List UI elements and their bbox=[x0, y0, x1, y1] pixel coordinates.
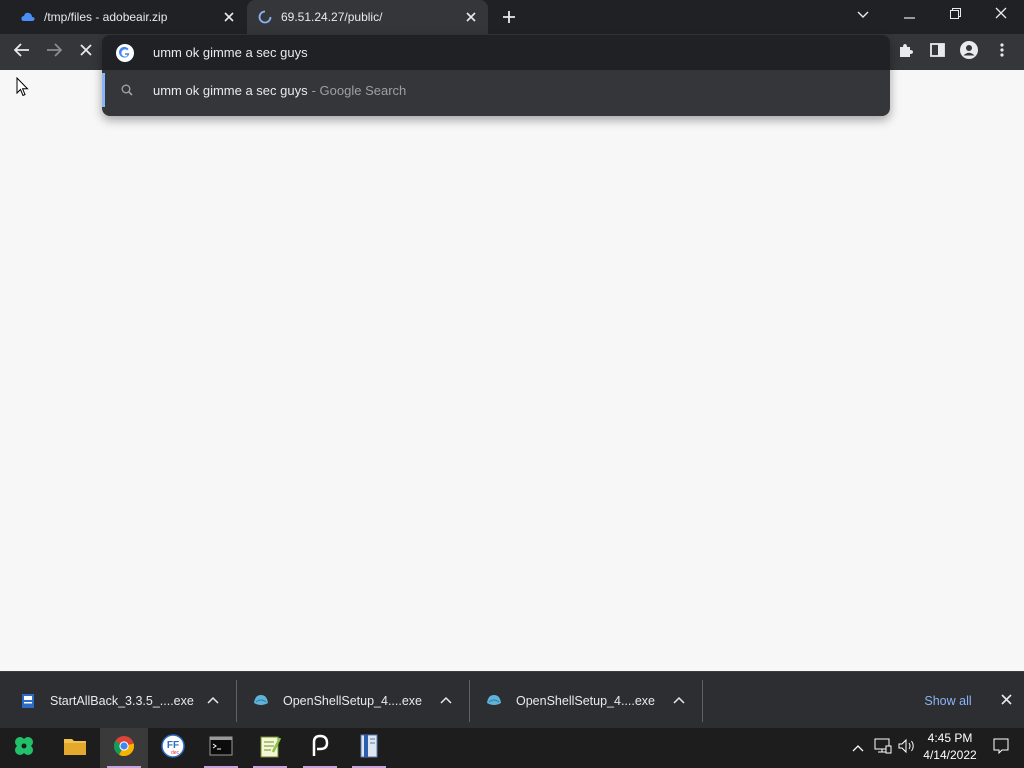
taskbar-app-active[interactable] bbox=[100, 728, 148, 768]
speaker-icon bbox=[898, 738, 916, 759]
clover-start-icon bbox=[13, 735, 35, 762]
chevron-up-icon bbox=[852, 739, 864, 757]
omnibox-popup: umm ok gimme a sec guys umm ok gimme a s… bbox=[102, 35, 890, 116]
svg-text:dec: dec bbox=[171, 750, 180, 756]
stop-loading-button[interactable] bbox=[72, 38, 100, 66]
ff-dec-icon: FF dec bbox=[161, 733, 185, 763]
forward-arrow-icon bbox=[46, 42, 63, 62]
network-icon bbox=[874, 738, 892, 759]
tab-title: 69.51.24.27/public/ bbox=[281, 10, 383, 24]
taskbar-app[interactable] bbox=[296, 728, 344, 768]
show-all-downloads-link[interactable]: Show all bbox=[916, 690, 980, 712]
chrome-icon bbox=[113, 735, 135, 762]
download-options-button[interactable] bbox=[204, 691, 222, 709]
chevron-up-icon bbox=[440, 691, 452, 709]
chevron-up-icon bbox=[207, 691, 219, 709]
avatar-icon bbox=[960, 40, 978, 64]
book-app-icon bbox=[359, 734, 379, 763]
minimize-button[interactable] bbox=[886, 0, 932, 30]
address-bar[interactable]: umm ok gimme a sec guys bbox=[102, 35, 890, 70]
system-clock[interactable]: 4:45 PM 4/14/2022 bbox=[918, 730, 982, 766]
suggestion-text: umm ok gimme a sec guys bbox=[153, 82, 308, 98]
side-panel-icon bbox=[929, 42, 945, 62]
download-shelf: StartAllBack_3.3.5_....exe OpenShellSetu… bbox=[0, 671, 1024, 728]
clock-date: 4/14/2022 bbox=[923, 748, 977, 762]
tab-strip: /tmp/files - adobeair.zip 69.51.24.27/pu… bbox=[0, 0, 1024, 34]
notepad-plus-icon bbox=[259, 734, 282, 763]
suggestion-meta: - Google Search bbox=[311, 82, 407, 98]
chevron-up-icon bbox=[673, 691, 685, 709]
new-tab-button[interactable] bbox=[497, 5, 521, 29]
close-icon bbox=[80, 43, 92, 61]
download-item[interactable]: StartAllBack_3.3.5_....exe bbox=[20, 672, 194, 729]
taskbar-app[interactable] bbox=[197, 728, 245, 768]
profile-button[interactable] bbox=[955, 38, 983, 66]
taskbar-app[interactable]: FF dec bbox=[149, 728, 197, 768]
puzzle-piece-icon bbox=[898, 42, 914, 63]
side-panel-button[interactable] bbox=[923, 38, 951, 66]
chevron-down-icon bbox=[857, 6, 869, 24]
restore-icon bbox=[949, 6, 961, 24]
terminal-icon bbox=[209, 736, 233, 761]
download-filename: OpenShellSetup_4....exe bbox=[283, 693, 422, 708]
shell-icon bbox=[253, 693, 269, 709]
cloud-icon bbox=[20, 9, 36, 25]
close-icon bbox=[995, 6, 1007, 24]
download-item[interactable]: OpenShellSetup_4....exe bbox=[486, 672, 655, 729]
tab-tmp-files[interactable]: /tmp/files - adobeair.zip bbox=[10, 0, 246, 34]
p-app-icon bbox=[309, 734, 331, 763]
tab-public[interactable]: 69.51.24.27/public/ bbox=[247, 0, 488, 34]
close-icon[interactable] bbox=[460, 6, 482, 28]
close-window-button[interactable] bbox=[978, 0, 1024, 30]
taskbar: FF dec 4:45 PM 4/14/2022 bbox=[0, 728, 1024, 768]
restore-button[interactable] bbox=[932, 0, 978, 30]
notification-icon bbox=[993, 738, 1009, 759]
divider bbox=[469, 680, 470, 722]
menu-button[interactable] bbox=[988, 38, 1016, 66]
address-bar-text: umm ok gimme a sec guys bbox=[153, 45, 308, 60]
volume-button[interactable] bbox=[896, 728, 918, 768]
close-icon[interactable] bbox=[218, 6, 240, 28]
clock-time: 4:45 PM bbox=[927, 731, 973, 745]
divider bbox=[702, 680, 703, 722]
back-button[interactable] bbox=[8, 38, 36, 66]
download-filename: StartAllBack_3.3.5_....exe bbox=[50, 693, 194, 708]
download-filename: OpenShellSetup_4....exe bbox=[516, 693, 655, 708]
start-button[interactable] bbox=[0, 728, 48, 768]
close-icon bbox=[1000, 692, 1012, 710]
minimize-icon bbox=[903, 6, 915, 24]
tab-title: /tmp/files - adobeair.zip bbox=[44, 10, 168, 24]
taskbar-app[interactable] bbox=[246, 728, 294, 768]
loading-spinner-icon bbox=[257, 9, 273, 25]
taskbar-app[interactable] bbox=[345, 728, 393, 768]
notifications-button[interactable] bbox=[988, 728, 1014, 768]
tab-search-button[interactable] bbox=[840, 0, 886, 30]
installer-icon bbox=[20, 693, 36, 709]
search-icon bbox=[119, 82, 135, 98]
network-button[interactable] bbox=[872, 728, 894, 768]
back-arrow-icon bbox=[13, 42, 30, 62]
download-options-button[interactable] bbox=[437, 691, 455, 709]
taskbar-app[interactable] bbox=[51, 728, 99, 768]
file-explorer-icon bbox=[63, 736, 87, 761]
download-options-button[interactable] bbox=[670, 691, 688, 709]
forward-button[interactable] bbox=[40, 38, 68, 66]
divider bbox=[236, 680, 237, 722]
shell-icon bbox=[486, 693, 502, 709]
extensions-button[interactable] bbox=[892, 38, 920, 66]
mouse-cursor-icon bbox=[16, 76, 30, 102]
show-hidden-icons-button[interactable] bbox=[848, 728, 868, 768]
close-shelf-button[interactable] bbox=[996, 691, 1016, 711]
download-item[interactable]: OpenShellSetup_4....exe bbox=[253, 672, 422, 729]
more-vert-icon bbox=[1000, 42, 1004, 62]
search-suggestion[interactable]: umm ok gimme a sec guys - Google Search bbox=[102, 73, 890, 107]
google-icon bbox=[116, 43, 134, 62]
